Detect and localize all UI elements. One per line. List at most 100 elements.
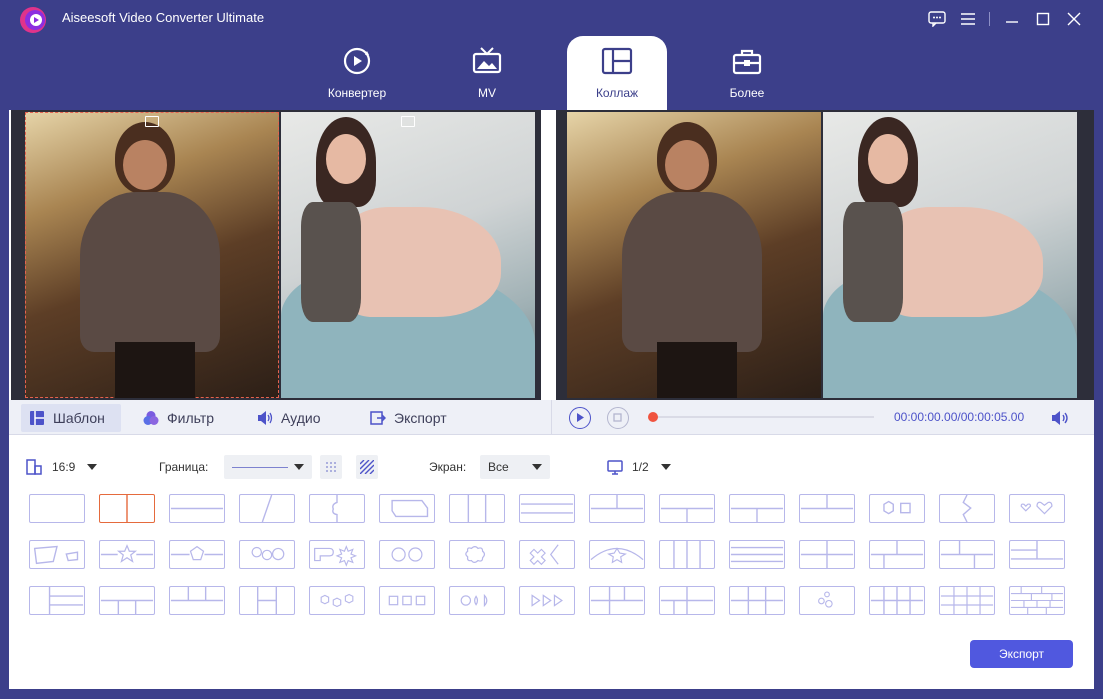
collage-cell-2[interactable]: [281, 112, 535, 398]
template-44[interactable]: [939, 586, 995, 615]
collage-workspace: Шаблон Фильтр Аудио Экспорт 00:00:00.00/…: [9, 110, 1094, 689]
minimize-icon[interactable]: [996, 8, 1027, 30]
border-label: Граница:: [159, 460, 209, 474]
template-39[interactable]: [589, 586, 645, 615]
progress-track[interactable]: [652, 416, 874, 418]
template-36[interactable]: [379, 586, 435, 615]
template-41[interactable]: [729, 586, 785, 615]
stop-button[interactable]: [607, 407, 629, 429]
border-color-button[interactable]: [320, 455, 342, 479]
template-12[interactable]: [799, 494, 855, 523]
template-33[interactable]: [169, 586, 225, 615]
export-icon: [370, 411, 386, 425]
hatch-icon: [360, 460, 374, 474]
screen-label: Экран:: [429, 460, 467, 474]
filter-icon: [143, 411, 159, 425]
tab-filter[interactable]: Фильтр: [143, 404, 214, 432]
template-icon: [30, 411, 44, 425]
progress-handle[interactable]: [648, 412, 658, 422]
feedback-icon[interactable]: [921, 8, 952, 30]
template-45[interactable]: [1009, 586, 1065, 615]
maximize-icon[interactable]: [1027, 8, 1058, 30]
template-16[interactable]: [29, 540, 85, 569]
template-40[interactable]: [659, 586, 715, 615]
template-19[interactable]: [239, 540, 295, 569]
template-29[interactable]: [939, 540, 995, 569]
screen-select[interactable]: Все: [480, 455, 550, 479]
template-13[interactable]: [869, 494, 925, 523]
export-button[interactable]: Экспорт: [970, 640, 1073, 668]
tab-export[interactable]: Экспорт: [370, 404, 447, 432]
play-button[interactable]: [569, 407, 591, 429]
volume-icon[interactable]: [1051, 410, 1071, 426]
template-42[interactable]: [799, 586, 855, 615]
tab-audio[interactable]: Аудио: [257, 404, 321, 432]
collage-cell-1[interactable]: [25, 112, 279, 398]
chevron-down-icon: [87, 464, 98, 470]
template-15[interactable]: [1009, 494, 1065, 523]
toolbox-icon: [732, 49, 762, 75]
nav-label: MV: [478, 86, 496, 100]
close-icon[interactable]: [1058, 8, 1089, 30]
preview-cell-1: [567, 112, 821, 398]
template-26[interactable]: [729, 540, 785, 569]
grid-dots-icon: [326, 462, 336, 472]
tab-collage[interactable]: Коллаж: [567, 36, 667, 110]
template-35[interactable]: [309, 586, 365, 615]
stop-icon: [613, 413, 622, 422]
template-4[interactable]: [239, 494, 295, 523]
chevron-down-icon: [660, 464, 671, 470]
convert-icon: [343, 47, 371, 75]
monitor-icon: [607, 459, 623, 475]
playback-bar: 00:00:00.00/00:00:05.00: [551, 400, 1094, 435]
template-6[interactable]: [379, 494, 435, 523]
template-1[interactable]: [29, 494, 85, 523]
template-32[interactable]: [99, 586, 155, 615]
menu-icon[interactable]: [952, 8, 983, 30]
nav-label: Коллаж: [595, 86, 639, 100]
image-icon[interactable]: [145, 116, 159, 127]
template-17[interactable]: [99, 540, 155, 569]
line-style-preview: [232, 466, 288, 468]
play-icon: [577, 413, 584, 422]
border-pattern-button[interactable]: [356, 455, 378, 479]
template-3[interactable]: [169, 494, 225, 523]
tab-label: Фильтр: [167, 410, 215, 426]
template-21[interactable]: [379, 540, 435, 569]
preview-cell-2: [823, 112, 1077, 398]
tab-template[interactable]: Шаблон: [21, 404, 121, 432]
template-24[interactable]: [589, 540, 645, 569]
border-style-select[interactable]: [224, 455, 312, 479]
template-28[interactable]: [869, 540, 925, 569]
template-34[interactable]: [239, 586, 295, 615]
aspect-ratio-select[interactable]: 16:9: [26, 455, 98, 479]
template-30[interactable]: [1009, 540, 1065, 569]
template-14[interactable]: [939, 494, 995, 523]
template-18[interactable]: [169, 540, 225, 569]
template-11[interactable]: [729, 494, 785, 523]
template-20[interactable]: [309, 540, 365, 569]
collage-icon: [601, 47, 633, 75]
template-5[interactable]: [309, 494, 365, 523]
template-9[interactable]: [589, 494, 645, 523]
template-38[interactable]: [519, 586, 575, 615]
app-logo-icon: [20, 7, 46, 33]
template-37[interactable]: [449, 586, 505, 615]
template-23[interactable]: [519, 540, 575, 569]
template-10[interactable]: [659, 494, 715, 523]
template-2[interactable]: [99, 494, 155, 523]
template-8[interactable]: [519, 494, 575, 523]
tab-mv[interactable]: MV: [437, 36, 537, 110]
template-31[interactable]: [29, 586, 85, 615]
tab-toolbox[interactable]: Более: [697, 36, 797, 110]
template-43[interactable]: [869, 586, 925, 615]
template-27[interactable]: [799, 540, 855, 569]
template-7[interactable]: [449, 494, 505, 523]
template-25[interactable]: [659, 540, 715, 569]
page-select[interactable]: 1/2: [607, 455, 671, 479]
tab-converter[interactable]: Конвертер: [307, 36, 407, 110]
template-22[interactable]: [449, 540, 505, 569]
image-icon[interactable]: [401, 116, 415, 127]
screen-value: Все: [488, 460, 509, 474]
tab-label: Шаблон: [53, 410, 105, 426]
